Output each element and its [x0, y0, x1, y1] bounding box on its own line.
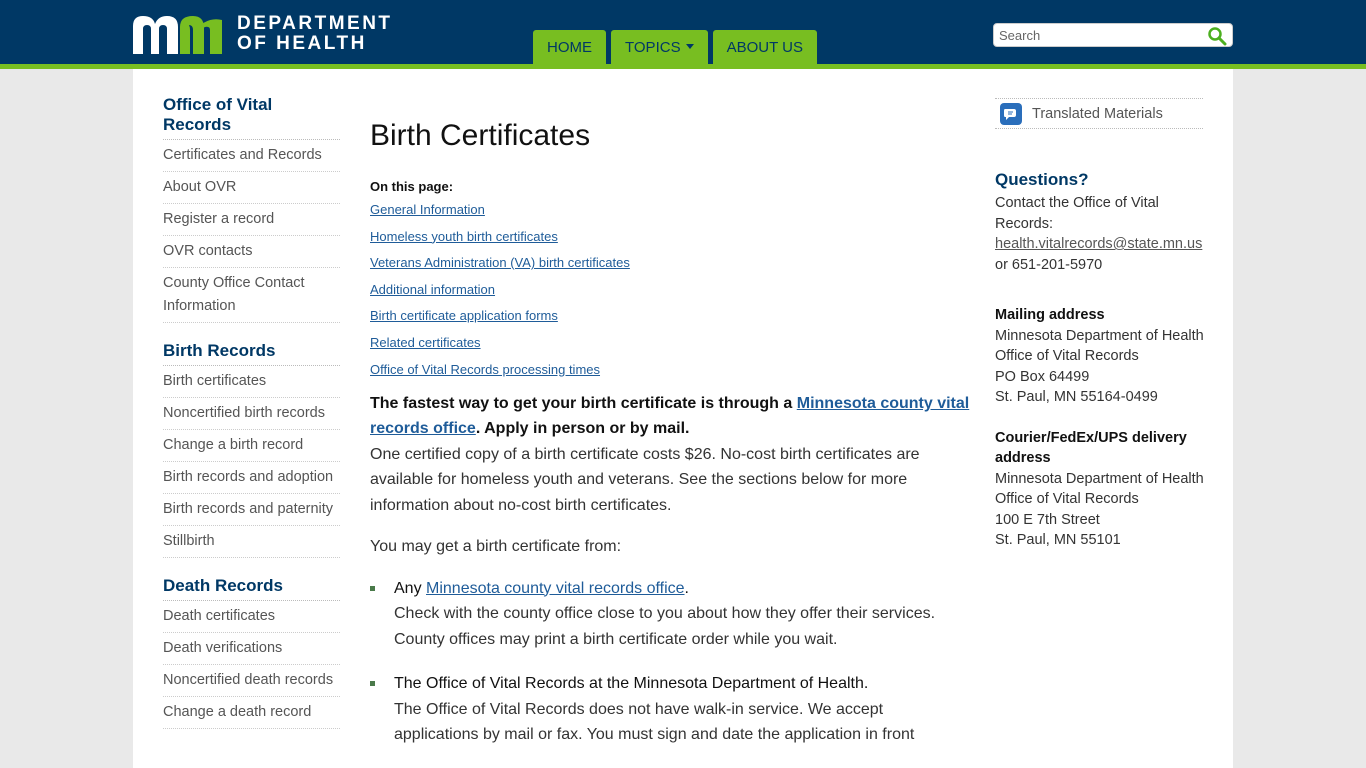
- toc-link-veterans[interactable]: Veterans Administration (VA) birth certi…: [370, 255, 970, 270]
- lead-text-pre: The fastest way to get your birth certif…: [370, 394, 797, 412]
- courier-line: St. Paul, MN 55101: [995, 532, 1121, 548]
- mdh-logo[interactable]: DEPARTMENT OF HEALTH: [133, 14, 393, 54]
- toc-link-general[interactable]: General Information: [370, 202, 970, 217]
- questions-heading: Questions?: [995, 170, 1089, 189]
- bullet-description: The Office of Vital Records does not hav…: [394, 700, 915, 744]
- sidebar-item-noncertified-birth[interactable]: Noncertified birth records: [163, 398, 340, 430]
- sidebar-item-death-verifications[interactable]: Death verifications: [163, 633, 340, 665]
- county-office-link-2[interactable]: Minnesota county vital records office: [426, 580, 685, 597]
- right-sidebar: Translated Materials Questions? Contact …: [995, 98, 1220, 551]
- bullet-description: Check with the county office close to yo…: [394, 605, 936, 648]
- sidebar-item-birth-certificates[interactable]: Birth certificates: [163, 366, 340, 398]
- courier-line: 100 E 7th Street: [995, 511, 1100, 528]
- sidebar-group-ovr: Office of Vital Records Certificates and…: [163, 95, 340, 323]
- list-item: Any Minnesota county vital records offic…: [370, 576, 970, 653]
- on-this-page-label: On this page:: [370, 179, 454, 194]
- sidebar-item-stillbirth[interactable]: Stillbirth: [163, 526, 340, 558]
- sidebar-item-change-death-record[interactable]: Change a death record: [163, 697, 340, 729]
- courier-heading: Courier/FedEx/UPS delivery address: [995, 429, 1187, 467]
- toc-link-processing-times[interactable]: Office of Vital Records processing times: [370, 362, 970, 377]
- toc-link-homeless-youth[interactable]: Homeless youth birth certificates: [370, 229, 970, 244]
- bullet-pre: The Office of Vital Records at the Minne…: [394, 675, 869, 693]
- logo-line-2: OF HEALTH: [237, 33, 367, 54]
- sidebar-item-about-ovr[interactable]: About OVR: [163, 172, 340, 204]
- mailing-line: PO Box 64499: [995, 368, 1090, 385]
- sidebar-item-birth-adoption[interactable]: Birth records and adoption: [163, 462, 340, 494]
- lead-paragraph: The fastest way to get your birth certif…: [370, 391, 970, 442]
- toc-link-forms[interactable]: Birth certificate application forms: [370, 308, 970, 323]
- from-paragraph: You may get a birth certificate from:: [370, 538, 622, 556]
- nav-home-label: HOME: [547, 39, 592, 56]
- sidebar-heading[interactable]: Death Records: [163, 576, 340, 601]
- main-content: Birth Certificates On this page: General…: [370, 119, 970, 767]
- toc-link-additional[interactable]: Additional information: [370, 282, 970, 297]
- bullet-icon: [370, 585, 375, 591]
- bullet-icon: [370, 681, 375, 687]
- contact-text: Contact the Office of Vital Records:: [995, 195, 1159, 232]
- sidebar-heading[interactable]: Birth Records: [163, 341, 340, 366]
- nav-topics[interactable]: TOPICS: [611, 30, 708, 64]
- sidebar-item-certificates-and-records[interactable]: Certificates and Records: [163, 140, 340, 172]
- mailing-address: Mailing address Minnesota Department of …: [995, 305, 1220, 408]
- phone-text: or 651-201-5970: [995, 256, 1103, 273]
- sidebar-item-birth-paternity[interactable]: Birth records and paternity: [163, 494, 340, 526]
- list-item: The Office of Vital Records at the Minne…: [370, 671, 970, 748]
- search-input[interactable]: [999, 27, 1199, 44]
- mailing-line: Office of Vital Records: [995, 348, 1139, 364]
- mn-logo-icon: [133, 16, 222, 54]
- cost-paragraph: One certified copy of a birth certificat…: [370, 445, 920, 514]
- caret-down-icon: [685, 44, 694, 49]
- mailing-line: St. Paul, MN 55164-0499: [995, 389, 1158, 405]
- logo-line-1: DEPARTMENT: [237, 13, 393, 34]
- courier-address: Courier/FedEx/UPS delivery address Minne…: [995, 428, 1220, 551]
- sidebar-nav: Office of Vital Records Certificates and…: [163, 95, 340, 747]
- sidebar-item-ovr-contacts[interactable]: OVR contacts: [163, 236, 340, 268]
- sidebar-item-change-birth-record[interactable]: Change a birth record: [163, 430, 340, 462]
- nav-about-us[interactable]: ABOUT US: [712, 30, 817, 64]
- nav-home[interactable]: HOME: [533, 30, 606, 64]
- search-box: [993, 23, 1233, 47]
- toc-link-related[interactable]: Related certificates: [370, 335, 970, 350]
- source-list: Any Minnesota county vital records offic…: [370, 576, 970, 748]
- translated-materials-link[interactable]: Translated Materials: [995, 98, 1203, 129]
- bullet-pre: Any: [394, 579, 427, 597]
- mailing-heading: Mailing address: [995, 307, 1105, 323]
- lead-text-post: . Apply in person or by mail.: [475, 420, 690, 438]
- mailing-line: Minnesota Department of Health: [995, 327, 1204, 344]
- sidebar-item-register-record[interactable]: Register a record: [163, 204, 340, 236]
- sidebar-group-birth: Birth Records Birth certificates Noncert…: [163, 341, 340, 558]
- courier-line: Minnesota Department of Health: [995, 470, 1204, 487]
- speech-bubble-icon: [1000, 102, 1022, 125]
- sidebar-group-death: Death Records Death certificates Death v…: [163, 576, 340, 729]
- search-icon[interactable]: [1207, 26, 1227, 46]
- courier-line: Office of Vital Records: [995, 491, 1139, 507]
- page-content: Office of Vital Records Certificates and…: [133, 69, 1233, 768]
- translated-materials-label: Translated Materials: [1032, 105, 1163, 122]
- sidebar-item-death-certificates[interactable]: Death certificates: [163, 601, 340, 633]
- email-link[interactable]: health.vitalrecords@state.mn.us: [995, 234, 1220, 255]
- nav-about-label: ABOUT US: [726, 39, 803, 56]
- nav-topics-label: TOPICS: [625, 39, 681, 56]
- sidebar-heading[interactable]: Office of Vital Records: [163, 95, 340, 140]
- bullet-post: .: [684, 579, 689, 597]
- page-title: Birth Certificates: [370, 119, 591, 152]
- site-header: DEPARTMENT OF HEALTH HOME TOPICS ABOUT U…: [0, 0, 1366, 64]
- sidebar-item-county-office-contact[interactable]: County Office Contact Information: [163, 268, 340, 323]
- logo-wordmark: DEPARTMENT OF HEALTH: [237, 14, 393, 54]
- sidebar-item-noncertified-death[interactable]: Noncertified death records: [163, 665, 340, 697]
- main-nav: HOME TOPICS ABOUT US: [533, 30, 817, 64]
